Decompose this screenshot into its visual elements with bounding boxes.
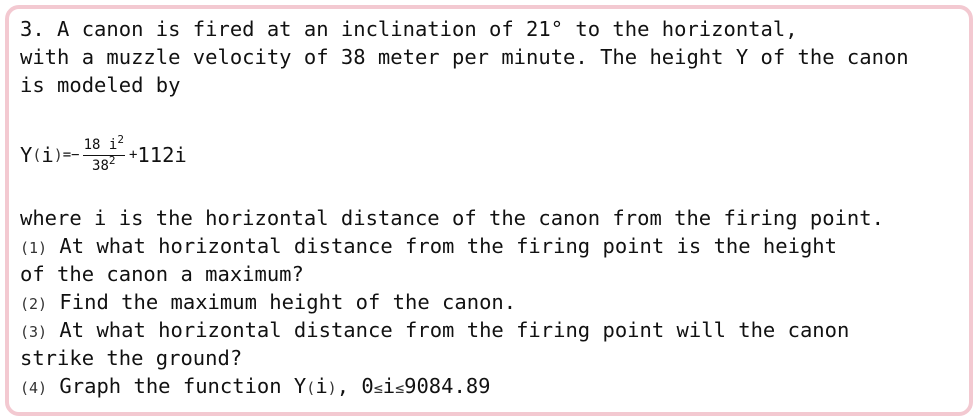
where-line: where i is the horizontal distance of th…	[20, 206, 884, 230]
fraction-numerator: 18 i2	[82, 134, 125, 156]
equation-plus: +	[128, 147, 138, 163]
denominator-base: 38	[92, 157, 109, 174]
question-1-text: At what horizontal distance from the fir…	[47, 234, 837, 258]
question-4-leq-1: ≤	[373, 379, 383, 397]
intro-line-3: is modeled by	[20, 73, 181, 97]
question-3-marker: (3)	[20, 323, 48, 341]
numerator-coefficient: 18 i	[83, 136, 118, 153]
equation-equals-minus: =−	[62, 147, 80, 163]
question-4-text: Graph the function Y	[47, 374, 307, 398]
question-3-text: At what horizontal distance from the fir…	[47, 318, 850, 342]
question-4-fn-var: i	[315, 374, 328, 398]
question-3-line-2: strike the ground?	[20, 346, 243, 370]
question-4-domain-max: 9084.89	[404, 374, 491, 398]
question-4-domain-var: i	[382, 374, 396, 398]
question-1-line-1: (1) At what horizontal distance from the…	[20, 232, 837, 260]
question-1-marker: (1)	[20, 239, 48, 257]
intro-line-2: with a muzzle velocity of 38 meter per m…	[20, 45, 909, 69]
equation-lhs-close: )	[53, 146, 63, 164]
question-2-marker: (2)	[20, 295, 48, 313]
question-1-line-2: of the canon a maximum?	[20, 262, 304, 286]
question-2-line-1: (2) Find the maximum height of the canon…	[20, 288, 516, 316]
intro-line-1: 3. A canon is fired at an inclination of…	[20, 17, 798, 41]
denominator-exponent: 2	[108, 153, 116, 167]
equation-fraction: 18 i2 382	[82, 134, 125, 174]
question-4-fn-open: (	[306, 379, 316, 397]
numerator-exponent: 2	[117, 132, 124, 146]
question-4-line-1: (4) Graph the function Y(i), 0≤i≤9084.89	[20, 372, 491, 400]
equation-lhs-open: (	[32, 146, 42, 164]
equation-lhs-name: Y	[20, 143, 33, 167]
fraction-denominator: 382	[92, 153, 116, 174]
question-2-text: Find the maximum height of the canon.	[47, 290, 517, 314]
equation-lhs-var: i	[41, 143, 54, 167]
question-4-fn-close: )	[327, 379, 337, 397]
question-3-line-1: (3) At what horizontal distance from the…	[20, 316, 849, 344]
height-equation: Y(i) =− 18 i2 382 +112i	[20, 133, 187, 177]
question-4-domain-prefix: , 0	[336, 374, 374, 398]
equation-linear-term: 112i	[137, 143, 187, 167]
question-4-leq-2: ≤	[395, 379, 405, 397]
question-4-marker: (4)	[20, 379, 48, 397]
